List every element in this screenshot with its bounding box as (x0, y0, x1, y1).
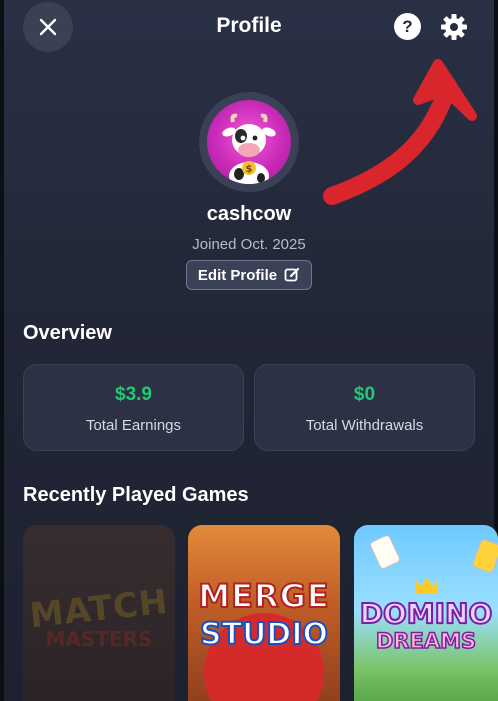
game-logo-subtext: STUDIO (199, 616, 329, 653)
total-withdrawals-value: $0 (353, 384, 376, 405)
game-logo-text: MERGE (197, 576, 330, 616)
total-earnings-card[interactable]: $3.9 Total Earnings (23, 364, 244, 451)
game-card-merge-studio[interactable]: MERGE STUDIO (188, 525, 340, 701)
total-earnings-label: Total Earnings (85, 417, 182, 434)
avatar[interactable]: $ (199, 92, 299, 192)
help-icon: ? (402, 16, 413, 36)
page-title: Profile (216, 14, 282, 37)
domino-tile-image (368, 533, 402, 571)
joined-date: Joined Oct. 2025 (192, 236, 306, 253)
username: cashcow (206, 203, 292, 225)
edit-icon (284, 267, 300, 282)
total-earnings-value: $3.9 (115, 384, 152, 405)
game-card-domino-dreams[interactable]: DOMINO DREAMS (354, 525, 498, 701)
header: Profile ? (0, 0, 498, 56)
game-card-match-masters[interactable]: MATCH MASTERS (23, 525, 175, 701)
red-arrow-annotation (323, 59, 477, 205)
overview-heading: Overview (23, 322, 112, 344)
screen-edge-left (0, 0, 4, 701)
game-logo-subtext: MASTERS (45, 627, 153, 651)
domino-tile-image (471, 538, 498, 574)
svg-text:$: $ (246, 164, 253, 175)
edit-profile-button[interactable]: Edit Profile (186, 260, 312, 290)
recently-played-heading: Recently Played Games (23, 484, 249, 506)
total-withdrawals-label: Total Withdrawals (305, 417, 424, 434)
crown-icon (416, 577, 438, 593)
edit-profile-label: Edit Profile (197, 266, 278, 284)
game-logo-subtext: DREAMS (375, 628, 477, 654)
total-withdrawals-card[interactable]: $0 Total Withdrawals (254, 364, 475, 451)
cow-avatar-image: $ (207, 100, 291, 184)
gear-icon[interactable] (440, 13, 468, 41)
help-button[interactable]: ? (394, 13, 421, 40)
game-logo-text: DOMINO (359, 596, 494, 631)
cow-mascot-icon: $ (222, 113, 276, 184)
